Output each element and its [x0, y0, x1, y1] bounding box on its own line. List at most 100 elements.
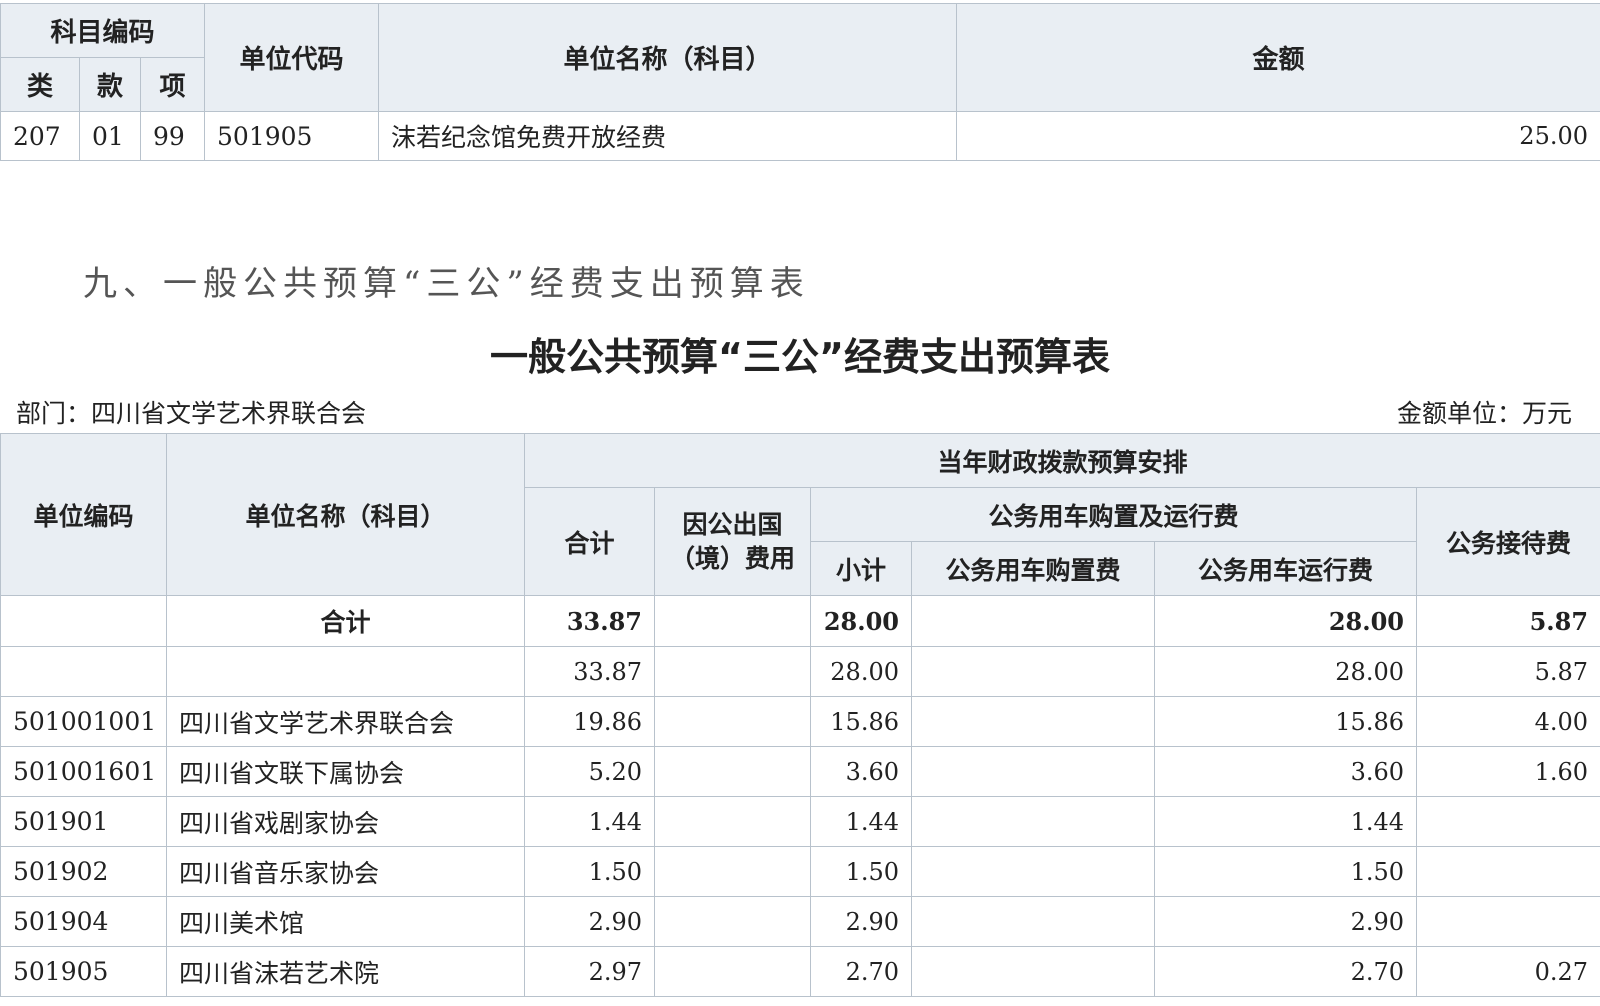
cell-subtotal: 2.90: [810, 896, 912, 947]
cell-name: 四川省沫若艺术院: [166, 946, 525, 997]
cell-subtotal: 2.70: [810, 946, 912, 997]
cell-operation: 3.60: [1154, 746, 1417, 797]
cell-lei: 207: [0, 111, 80, 161]
cell-reception: 5.87: [1415, 646, 1600, 697]
header-xiang: 项: [139, 57, 206, 112]
cell-operation: 28.00: [1154, 595, 1417, 647]
cell-operation: 28.00: [1154, 646, 1417, 697]
header-unit-code: 单位代码: [204, 3, 380, 112]
table-row: 501904 四川美术馆 2.90 2.90 2.90: [0, 896, 1600, 947]
header-kuan: 款: [79, 57, 141, 112]
cell-purchase: [911, 796, 1155, 847]
cell-name: 四川省文联下属协会: [166, 746, 525, 797]
cell-code: 501904: [0, 896, 167, 947]
cell-total: 1.44: [524, 796, 655, 847]
cell-purchase: [911, 846, 1155, 897]
cell-total: 2.90: [524, 896, 655, 947]
cell-reception: [1415, 896, 1600, 947]
cell-reception: 1.60: [1415, 746, 1600, 797]
cell-total: 19.86: [524, 696, 655, 747]
cell-name: 四川省戏剧家协会: [166, 796, 525, 847]
header-amount: 金额: [956, 3, 1600, 112]
header-fiscal-arrangement: 当年财政拨款预算安排: [523, 433, 1600, 488]
cell-purchase: [911, 646, 1155, 697]
cell-abroad: [654, 646, 811, 697]
table-row: 501905 四川省沫若艺术院 2.97 2.70 2.70 0.27: [0, 946, 1600, 997]
cell-purchase: [911, 746, 1155, 797]
cell-abroad: [654, 846, 811, 897]
cell-subtotal: 28.00: [810, 595, 912, 647]
cell-code: 501901: [0, 796, 167, 847]
cell-subtotal: 3.60: [810, 746, 912, 797]
table-row: 207 01 99 501905 沫若纪念馆免费开放经费 25.00: [0, 111, 1600, 161]
header-subject-code: 科目编码: [0, 3, 206, 58]
table-title: 一般公共预算“三公”经费支出预算表: [490, 335, 1110, 379]
cell-kuan: 01: [79, 111, 141, 161]
header-reception: 公务接待费: [1415, 487, 1600, 596]
cell-operation: 1.44: [1154, 796, 1417, 847]
cell-abroad: [654, 796, 811, 847]
cell-reception: 0.27: [1415, 946, 1600, 997]
cell-name: 四川省音乐家协会: [166, 846, 525, 897]
cell-code: 501905: [0, 946, 167, 997]
cell-purchase: [911, 946, 1155, 997]
cell-purchase: [911, 896, 1155, 947]
cell-purchase: [911, 595, 1155, 647]
cell-purchase: [911, 696, 1155, 747]
header-abroad-expense: 因公出国（境）费用: [654, 487, 811, 596]
cell-subtotal: 15.86: [810, 696, 912, 747]
table-row: 33.87 28.00 28.00 5.87: [0, 646, 1600, 697]
cell-operation: 1.50: [1154, 846, 1417, 897]
header-unit-name: 单位名称（科目）: [378, 3, 958, 112]
table-row: 501001601 四川省文联下属协会 5.20 3.60 3.60 1.60: [0, 746, 1600, 797]
cell-reception: [1415, 796, 1600, 847]
cell-code: 501902: [0, 846, 167, 897]
cell-code: 501001001: [0, 696, 167, 747]
subject-expense-table: 科目编码 单位代码 单位名称（科目） 金额 类 款 项 207 01 99 50…: [0, 3, 1600, 161]
cell-total: 33.87: [524, 595, 655, 647]
cell-name: 四川省文学艺术界联合会: [166, 696, 525, 747]
unit-label: 金额单位：万元: [1396, 399, 1572, 428]
department-label: 部门：四川省文学艺术界联合会: [16, 399, 367, 428]
cell-total: 2.97: [524, 946, 655, 997]
header-unit-name: 单位名称（科目）: [166, 433, 525, 596]
three-public-expense-table: 单位编码 单位名称（科目） 当年财政拨款预算安排 合计 因公出国（境）费用 公务…: [0, 433, 1600, 997]
cell-name: [166, 646, 525, 697]
cell-reception: [1415, 846, 1600, 897]
table-row: 501001001 四川省文学艺术界联合会 19.86 15.86 15.86 4.00: [0, 696, 1600, 747]
section-heading: 九、一般公共预算“三公”经费支出预算表: [83, 264, 810, 304]
cell-amount: 25.00: [956, 111, 1600, 161]
header-vehicle-purchase: 公务用车购置费: [911, 541, 1155, 596]
cell-code: [0, 646, 167, 697]
cell-abroad: [654, 696, 811, 747]
cell-name: 四川美术馆: [166, 896, 525, 947]
cell-total: 33.87: [524, 646, 655, 697]
cell-abroad: [654, 595, 811, 647]
cell-reception: 5.87: [1415, 595, 1600, 647]
cell-abroad: [654, 746, 811, 797]
cell-xiang: 99: [139, 111, 206, 161]
header-lei: 类: [0, 57, 80, 112]
cell-total: 1.50: [524, 846, 655, 897]
cell-subtotal: 1.44: [810, 796, 912, 847]
table-row-total: 合计 33.87 28.00 28.00 5.87: [0, 595, 1600, 647]
cell-operation: 15.86: [1154, 696, 1417, 747]
cell-abroad: [654, 946, 811, 997]
header-unit-code: 单位编码: [0, 433, 167, 596]
cell-name: 合计: [166, 595, 525, 647]
cell-total: 5.20: [524, 746, 655, 797]
cell-operation: 2.90: [1154, 896, 1417, 947]
cell-unit-code: 501905: [204, 111, 380, 161]
cell-subtotal: 28.00: [810, 646, 912, 697]
cell-reception: 4.00: [1415, 696, 1600, 747]
cell-code: 501001601: [0, 746, 167, 797]
header-total: 合计: [524, 487, 655, 596]
cell-operation: 2.70: [1154, 946, 1417, 997]
table-row: 501901 四川省戏剧家协会 1.44 1.44 1.44: [0, 796, 1600, 847]
cell-unit-name: 沫若纪念馆免费开放经费: [378, 111, 958, 161]
cell-code: [0, 595, 167, 647]
header-vehicle-operation: 公务用车运行费: [1154, 541, 1417, 596]
header-vehicle-group: 公务用车购置及运行费: [810, 487, 1417, 542]
header-subtotal: 小计: [810, 541, 912, 596]
cell-abroad: [654, 896, 811, 947]
